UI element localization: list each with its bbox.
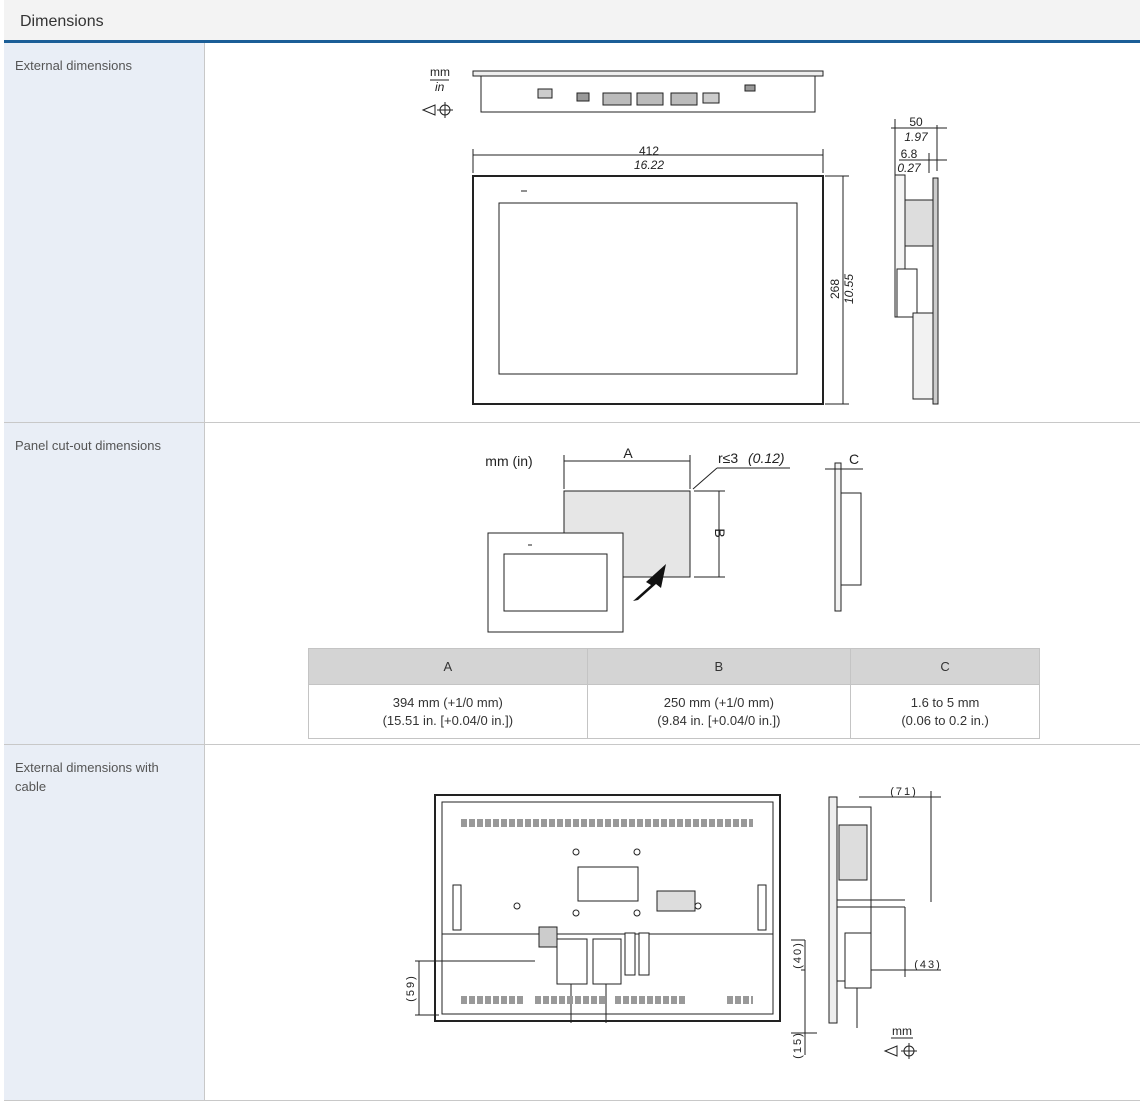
section-header: Dimensions — [4, 0, 1140, 43]
cable-drawing: (71) (43) (40) (59) (15) mm — [205, 745, 1140, 1100]
external-dimensions-svg: mm in 412 16.22 268 10.55 50 1.97 6.8 0.… — [421, 65, 947, 405]
cable-unit-label: mm — [892, 1024, 912, 1038]
panel-cutout-svg: mm (in) A B C r≤3 (0.12) — [485, 445, 863, 633]
dim-59-label: (59) — [405, 974, 417, 1002]
table-cell-b: 250 mm (+1/0 mm) (9.84 in. [+0.04/0 in.]) — [586, 684, 852, 739]
radius-in-label: (0.12) — [748, 450, 785, 466]
dim-40-label: (40) — [792, 941, 804, 969]
row-label-cell: External dimensions — [4, 43, 205, 422]
table-cell-c: 1.6 to 5 mm (0.06 to 0.2 in.) — [850, 684, 1040, 739]
cutout-table: A B C 394 mm (+1/0 mm) (15.51 in. [+0.04/… — [308, 648, 1040, 739]
table-header: A — [308, 648, 588, 685]
row-label: External dimensions with cable — [15, 760, 159, 794]
dim-43-label: (43) — [914, 959, 942, 971]
table-cell-a: 394 mm (+1/0 mm) (15.51 in. [+0.04/0 in.]… — [308, 684, 588, 739]
row-external-dimensions: External dimensions mm in 412 16.22 268 … — [4, 43, 1140, 423]
dimensions-page: Dimensions External dimensions mm in 412… — [0, 0, 1140, 1102]
table-header: C — [850, 648, 1040, 685]
depth-mm-label: 50 — [909, 115, 923, 129]
bezel-mm-label: 6.8 — [901, 147, 918, 161]
depth-in-label: 1.97 — [904, 130, 929, 144]
row-panel-cutout: Panel cut-out dimensions mm (in) A B C r… — [4, 423, 1140, 745]
unit-mm-label: mm — [430, 65, 450, 79]
height-in-label: 10.55 — [842, 274, 856, 304]
width-mm-label: 412 — [639, 144, 659, 158]
cutout-unit-label: mm (in) — [485, 453, 532, 469]
width-in-label: 16.22 — [634, 158, 664, 172]
dim-15-label: (15) — [792, 1031, 804, 1059]
radius-label: r≤3 — [718, 450, 738, 466]
row-label-cell: External dimensions with cable — [4, 745, 205, 1100]
table-header: B — [586, 648, 852, 685]
row-external-with-cable: External dimensions with cable (71) (43)… — [4, 745, 1140, 1101]
row-label: Panel cut-out dimensions — [15, 438, 161, 453]
height-mm-label: 268 — [828, 279, 842, 299]
row-label: External dimensions — [15, 58, 133, 73]
dim-c-label: C — [849, 451, 859, 467]
row-label-cell: Panel cut-out dimensions — [4, 423, 205, 744]
external-dimensions-drawing: mm in 412 16.22 268 10.55 50 1.97 6.8 0.… — [205, 43, 1140, 422]
dim-a-label: A — [623, 445, 633, 461]
dim-71-label: (71) — [890, 786, 918, 798]
section-title: Dimensions — [20, 13, 104, 30]
table-row: 394 mm (+1/0 mm) (15.51 in. [+0.04/0 in.]… — [308, 684, 1040, 739]
cable-drawing-svg: (71) (43) (40) (59) (15) mm — [405, 786, 942, 1059]
unit-in-label: in — [435, 80, 445, 94]
dim-b-label: B — [712, 528, 728, 537]
bezel-in-label: 0.27 — [897, 161, 922, 175]
